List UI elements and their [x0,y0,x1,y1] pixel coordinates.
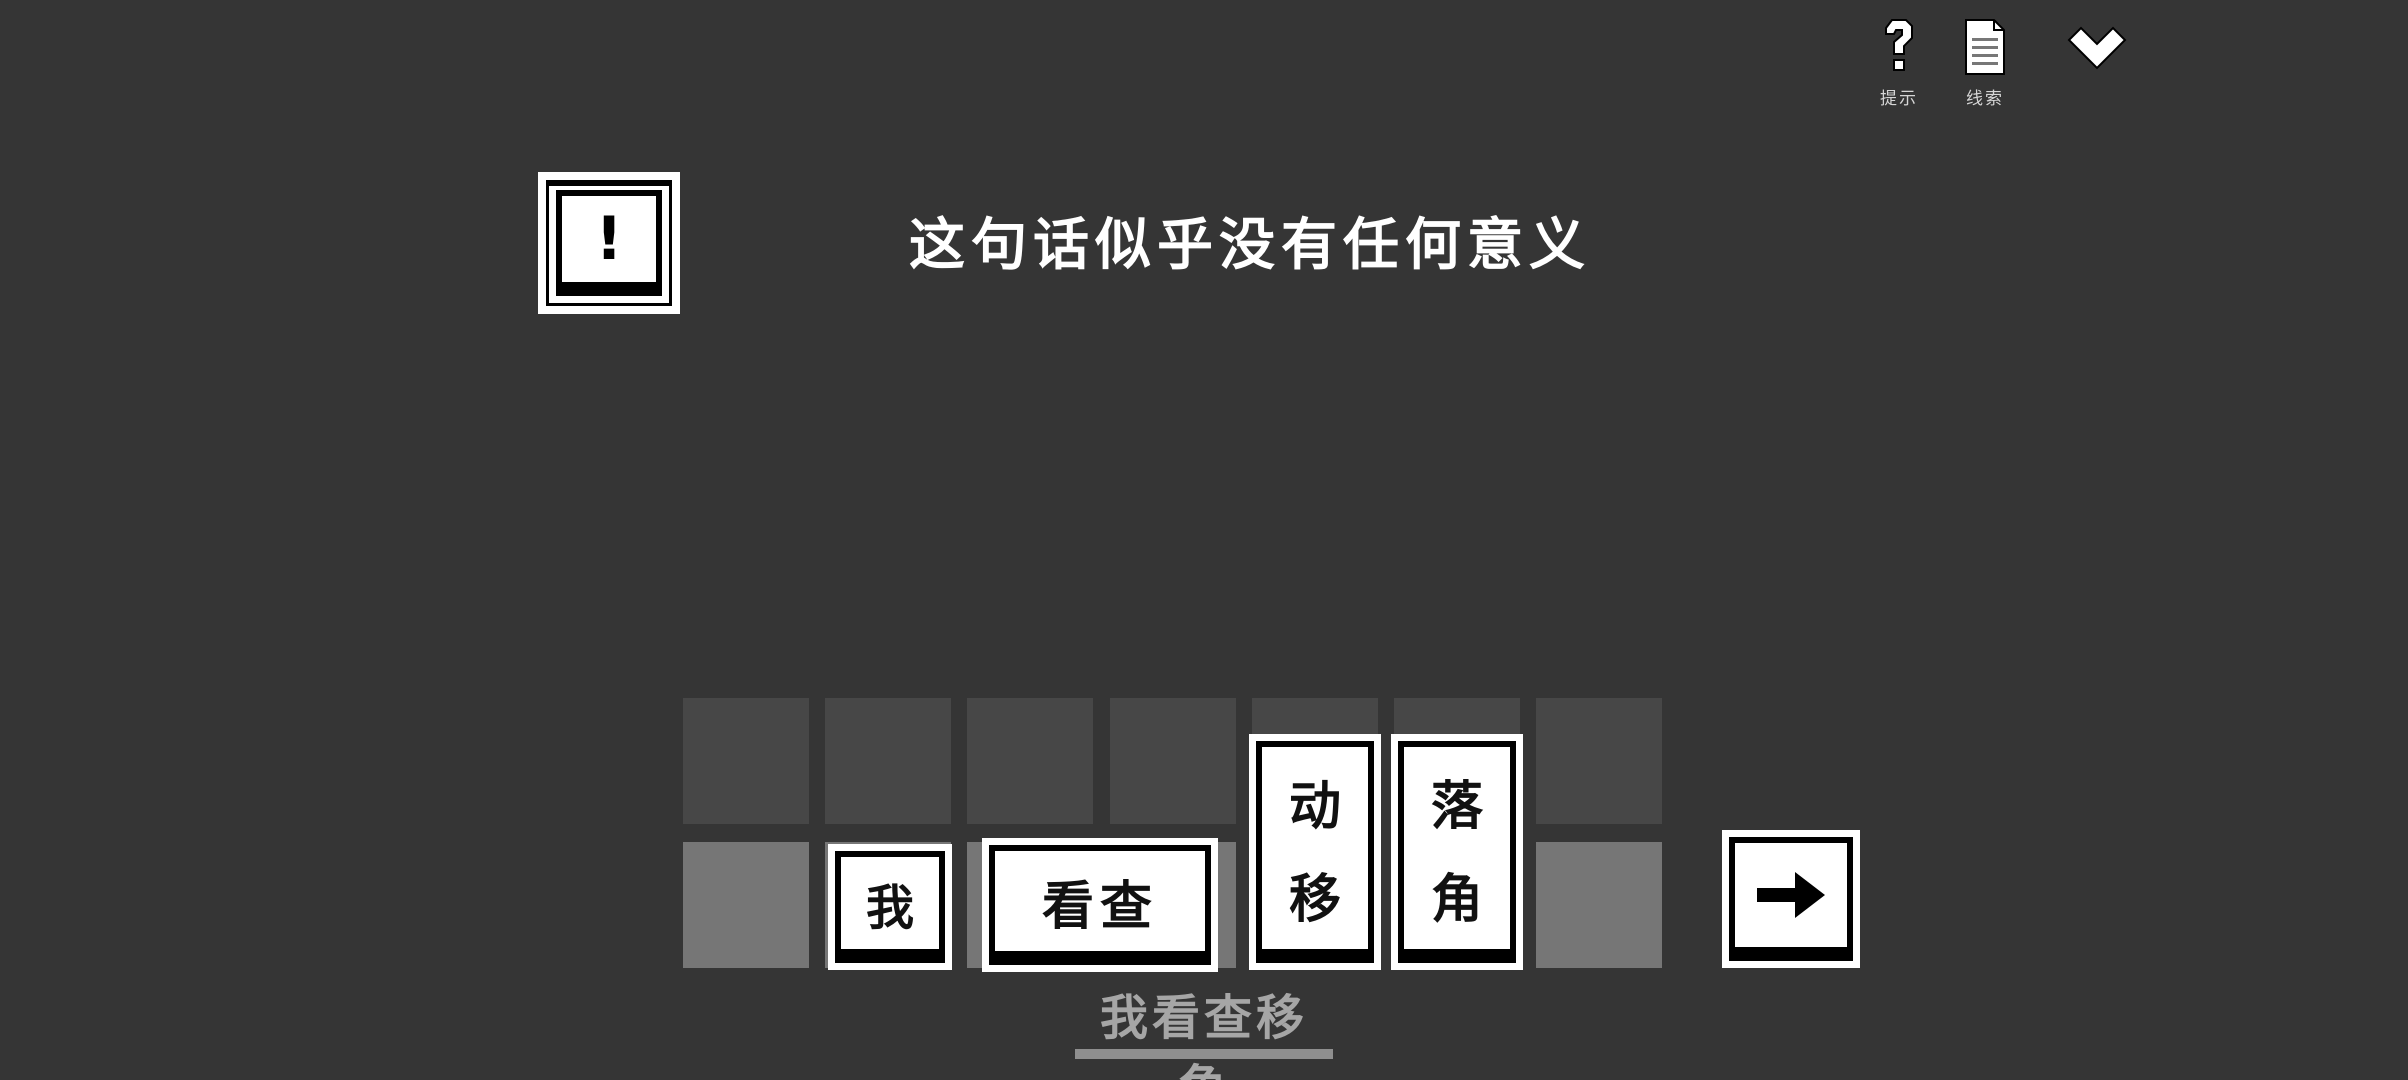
document-icon [1965,19,2005,75]
tile-label-top: 落 [1430,777,1483,838]
word-tile-dongyi[interactable]: 动 移 [1249,734,1381,970]
arrow-right-icon [1757,872,1825,918]
answer-underline [1075,1049,1333,1059]
word-tile-kancha[interactable]: 看查 [982,838,1218,972]
slot-bottom-1[interactable] [683,842,809,968]
slot-top-2[interactable] [825,698,951,824]
clues-label: 线索 [1966,89,2004,109]
word-tile-luojiao[interactable]: 落 角 [1391,734,1523,970]
slot-bottom-7[interactable] [1536,842,1662,968]
collapse-button[interactable] [2062,26,2132,70]
assembled-sentence: 我看查移角 [1099,990,1308,1080]
exclamation-icon: ! [556,190,662,296]
alert-box: ! [538,172,680,314]
feedback-message: 这句话似乎没有任何意义 [909,213,1591,278]
slot-top-4[interactable] [1110,698,1236,824]
chevron-down-icon [2067,26,2127,70]
question-mark-icon [1885,19,1913,71]
tile-label: 看查 [989,845,1211,965]
hint-label: 提示 [1880,89,1918,109]
tile-label-bottom: 角 [1430,869,1483,930]
word-tile-wo[interactable]: 我 [828,844,952,970]
tile-face: 动 移 [1256,741,1374,963]
tile-label-bottom: 移 [1288,869,1341,930]
game-screen: 提示 线索 ! 这句话似乎没有任何意义 我 看查 动 移 落 角 我看查移 [0,0,2408,1080]
slot-top-7[interactable] [1536,698,1662,824]
slot-top-3[interactable] [967,698,1093,824]
slot-top-1[interactable] [683,698,809,824]
tile-label: 我 [835,851,945,963]
submit-face [1729,837,1853,961]
tile-face: 落 角 [1398,741,1516,963]
hint-button[interactable]: 提示 [1864,18,1934,109]
submit-button[interactable] [1722,830,1860,968]
clues-button[interactable]: 线索 [1950,18,2020,109]
tile-label-top: 动 [1288,777,1341,838]
